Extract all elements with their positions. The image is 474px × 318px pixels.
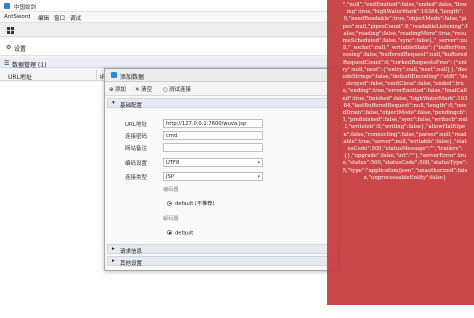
other-settings-section[interactable]: ▸ 其他设置 [107,256,339,267]
type-value: JSP [166,174,174,180]
radio-icon [167,200,172,206]
request-info-title: 请求信息 [120,248,143,255]
encoder-heading: 编码器 [163,187,179,193]
password-field[interactable] [163,131,263,140]
decoder-heading: 解码器 [163,216,179,222]
encoding-label: 编码设置 [125,161,148,167]
encoding-value: UTF8 [166,160,180,166]
url-label: URL地址 [125,122,147,128]
chevron-down-icon: ▾ [257,174,260,180]
decoder-default-option[interactable]: default [167,230,193,237]
clear-button-label: 清空 [141,87,153,93]
menu-antsword[interactable]: AntSword [4,14,30,20]
password-label: 连接密码 [125,134,148,140]
grid-icon [7,27,14,34]
encoding-select[interactable]: UTF8 ▾ [163,158,263,167]
note-label: 网站备注 [125,146,148,152]
test-connection-button[interactable]: ○测试连接 [163,85,191,93]
tab-home[interactable] [4,25,22,35]
chevron-right-icon: ▸ [112,258,115,264]
menu-edit[interactable]: 编辑 [38,14,49,22]
encoder-default-option[interactable]: default (不推荐) [167,200,215,207]
basic-config-title: 基础配置 [120,102,143,109]
error-message: ","null","endEmitted":false,"ended":fals… [342,2,468,181]
dialog-titlebar[interactable]: 添加数据 [105,69,339,82]
basic-config-section[interactable]: ▾ 基础配置 [107,98,339,109]
menu-window[interactable]: 窗口 [54,14,65,22]
request-info-section[interactable]: ▸ 请求信息 [107,244,339,255]
add-data-dialog: 添加数据 ⊕添加 ✕清空 ○测试连接 ▾ 基础配置 URL地址 连接密码 网站备… [104,68,340,271]
settings-label[interactable]: 设置 [14,44,26,53]
test-connection-label: 测试连接 [169,87,192,93]
note-field[interactable] [163,143,263,152]
dialog-app-icon [111,72,117,78]
menu-debug[interactable]: 调试 [70,14,81,22]
dialog-title: 添加数据 [120,74,145,81]
chevron-right-icon: ▸ [112,246,115,252]
chevron-down-icon: ▾ [112,100,115,106]
add-button[interactable]: ⊕添加 [109,85,126,93]
chevron-down-icon: ▾ [257,160,260,166]
other-settings-title: 其他设置 [120,260,143,267]
gear-icon[interactable]: ⚙ [6,44,11,51]
database-icon: ☰ [4,60,10,67]
column-divider[interactable] [96,70,97,80]
window-title: 中国蚁剑 [14,5,37,11]
clear-button[interactable]: ✕清空 [135,85,152,93]
radio-icon [167,230,172,235]
data-panel-title: 数据管理 (1) [12,62,47,69]
url-field[interactable] [163,119,263,128]
column-url[interactable]: URL地址 [8,72,32,81]
decoder-default-label: default [175,230,194,237]
add-button-label: 添加 [115,87,127,93]
type-select[interactable]: JSP ▾ [163,172,263,181]
dialog-toolbar: ⊕添加 ✕清空 ○测试连接 [105,82,339,96]
encoder-default-label: default (不推荐) [175,201,215,207]
type-label: 连接类型 [125,175,148,181]
antsword-app-icon [4,3,10,9]
